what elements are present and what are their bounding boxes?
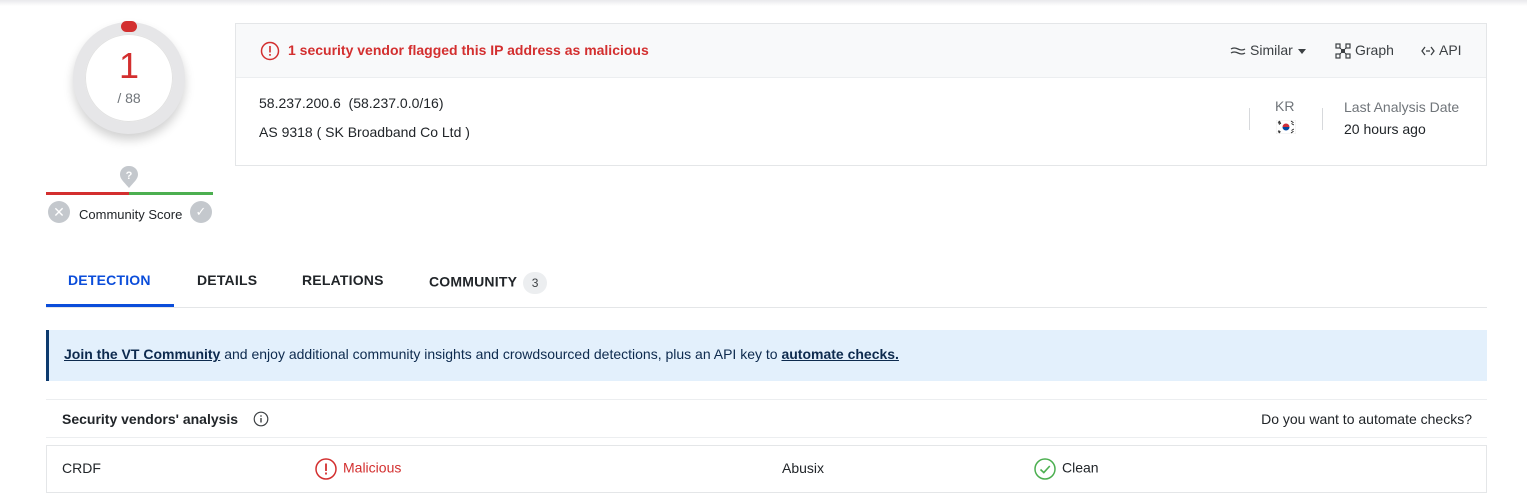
community-score-bar-negative	[46, 192, 129, 195]
ip-summary-card: 1 security vendor flagged this IP addres…	[235, 23, 1487, 166]
top-shadow	[0, 0, 1527, 6]
result-label: Clean	[1062, 459, 1099, 476]
automate-checks-question[interactable]: Do you want to automate checks?	[1261, 411, 1472, 427]
divider	[1322, 108, 1323, 130]
detection-total: / 88	[117, 90, 141, 106]
detection-count: 1	[118, 45, 140, 86]
vote-harmless-icon[interactable]: ✓	[190, 201, 212, 223]
question-marker-icon: ?	[120, 166, 138, 188]
similar-icon	[1230, 47, 1246, 55]
tab-community[interactable]: COMMUNITY 3	[429, 272, 548, 294]
info-icon[interactable]	[253, 411, 269, 427]
community-score-bar-positive	[129, 192, 213, 195]
tab-community-label: COMMUNITY	[429, 273, 518, 290]
similar-button[interactable]: Similar	[1230, 42, 1306, 58]
vendors-title: Security vendors' analysis	[62, 411, 239, 427]
api-icon	[1421, 46, 1435, 56]
vendor-result-clean: Clean	[1034, 458, 1099, 480]
tab-relations[interactable]: RELATIONS	[302, 272, 384, 288]
table-row: CRDF Malicious Abusix Clean	[46, 445, 1487, 493]
vendor-name: Abusix	[782, 460, 825, 476]
alert-icon	[260, 41, 280, 61]
community-score-label: Community Score	[79, 207, 183, 222]
vendors-header: Security vendors' analysis Do you want t…	[46, 399, 1487, 438]
last-analysis-value: 20 hours ago	[1344, 121, 1426, 137]
result-label: Malicious	[343, 459, 402, 476]
divider	[1249, 108, 1250, 130]
alert-bar: 1 security vendor flagged this IP addres…	[236, 24, 1486, 78]
api-label: API	[1439, 42, 1462, 58]
vendor-result-malicious: Malicious	[315, 458, 401, 480]
ip-address[interactable]: 58.237.200.6	[259, 95, 341, 111]
svg-text:?: ?	[126, 170, 133, 182]
south-korea-flag-icon	[1276, 120, 1296, 134]
score-indicator-dot	[121, 21, 137, 32]
score-center: 1 / 88	[85, 34, 173, 122]
tab-details[interactable]: DETAILS	[197, 272, 257, 288]
similar-label: Similar	[1250, 42, 1293, 58]
tab-detection[interactable]: DETECTION	[68, 272, 151, 288]
graph-button[interactable]: Graph	[1335, 42, 1394, 59]
autonomous-system: AS 9318 ( SK Broadband Co Ltd )	[259, 124, 470, 140]
last-analysis-label: Last Analysis Date	[1344, 99, 1460, 115]
graph-label: Graph	[1355, 42, 1394, 58]
ip-address-line: 58.237.200.6 (58.237.0.0/16)	[259, 95, 444, 111]
tab-bar: DETECTION DETAILS RELATIONS COMMUNITY 3	[46, 261, 1487, 308]
community-banner: Join the VT Community and enjoy addition…	[46, 330, 1487, 381]
ip-network: (58.237.0.0/16)	[348, 95, 444, 111]
banner-text: Join the VT Community and enjoy addition…	[64, 346, 899, 362]
check-circle-icon	[1034, 458, 1056, 480]
malicious-icon	[315, 458, 337, 480]
chevron-down-icon	[1297, 48, 1306, 54]
community-count-badge: 3	[523, 272, 548, 294]
api-button[interactable]: API	[1421, 42, 1462, 58]
detection-score-ring: 1 / 88	[73, 21, 185, 134]
active-tab-indicator	[46, 304, 174, 307]
automate-checks-link[interactable]: automate checks.	[781, 346, 899, 362]
vote-harmful-icon[interactable]: ✕	[48, 201, 70, 223]
vendor-name: CRDF	[62, 460, 101, 476]
join-community-link[interactable]: Join the VT Community	[64, 346, 220, 362]
alert-message: 1 security vendor flagged this IP addres…	[288, 42, 649, 58]
graph-icon	[1335, 43, 1351, 59]
banner-message: and enjoy additional community insights …	[220, 346, 782, 362]
country-code: KR	[1275, 98, 1295, 114]
